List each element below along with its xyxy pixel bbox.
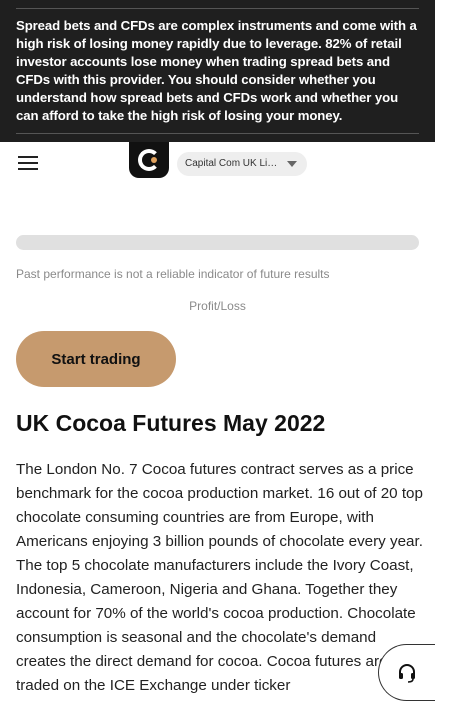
chart-placeholder-bar (16, 235, 419, 250)
logo[interactable] (129, 142, 169, 178)
profit-loss-label: Profit/Loss (189, 299, 246, 313)
entity-selector-label: Capital Com UK Limited (185, 158, 283, 169)
chevron-down-icon (287, 161, 297, 167)
start-trading-button[interactable]: Start trading (16, 331, 176, 387)
article-body: The London No. 7 Cocoa futures contract … (16, 461, 423, 694)
performance-disclaimer: Past performance is not a reliable indic… (16, 267, 330, 281)
risk-warning-text: Spread bets and CFDs are complex instrum… (16, 18, 417, 123)
logo-dot (151, 157, 157, 163)
page-title: UK Cocoa Futures May 2022 (16, 410, 326, 436)
divider (16, 133, 419, 134)
entity-selector[interactable]: Capital Com UK Limited (177, 152, 307, 176)
support-button[interactable] (378, 644, 435, 701)
divider (16, 8, 419, 9)
site-header: Capital Com UK Limited (0, 142, 435, 186)
headset-icon (399, 664, 415, 683)
hamburger-icon[interactable] (18, 156, 38, 172)
risk-warning-banner: Spread bets and CFDs are complex instrum… (0, 0, 435, 142)
